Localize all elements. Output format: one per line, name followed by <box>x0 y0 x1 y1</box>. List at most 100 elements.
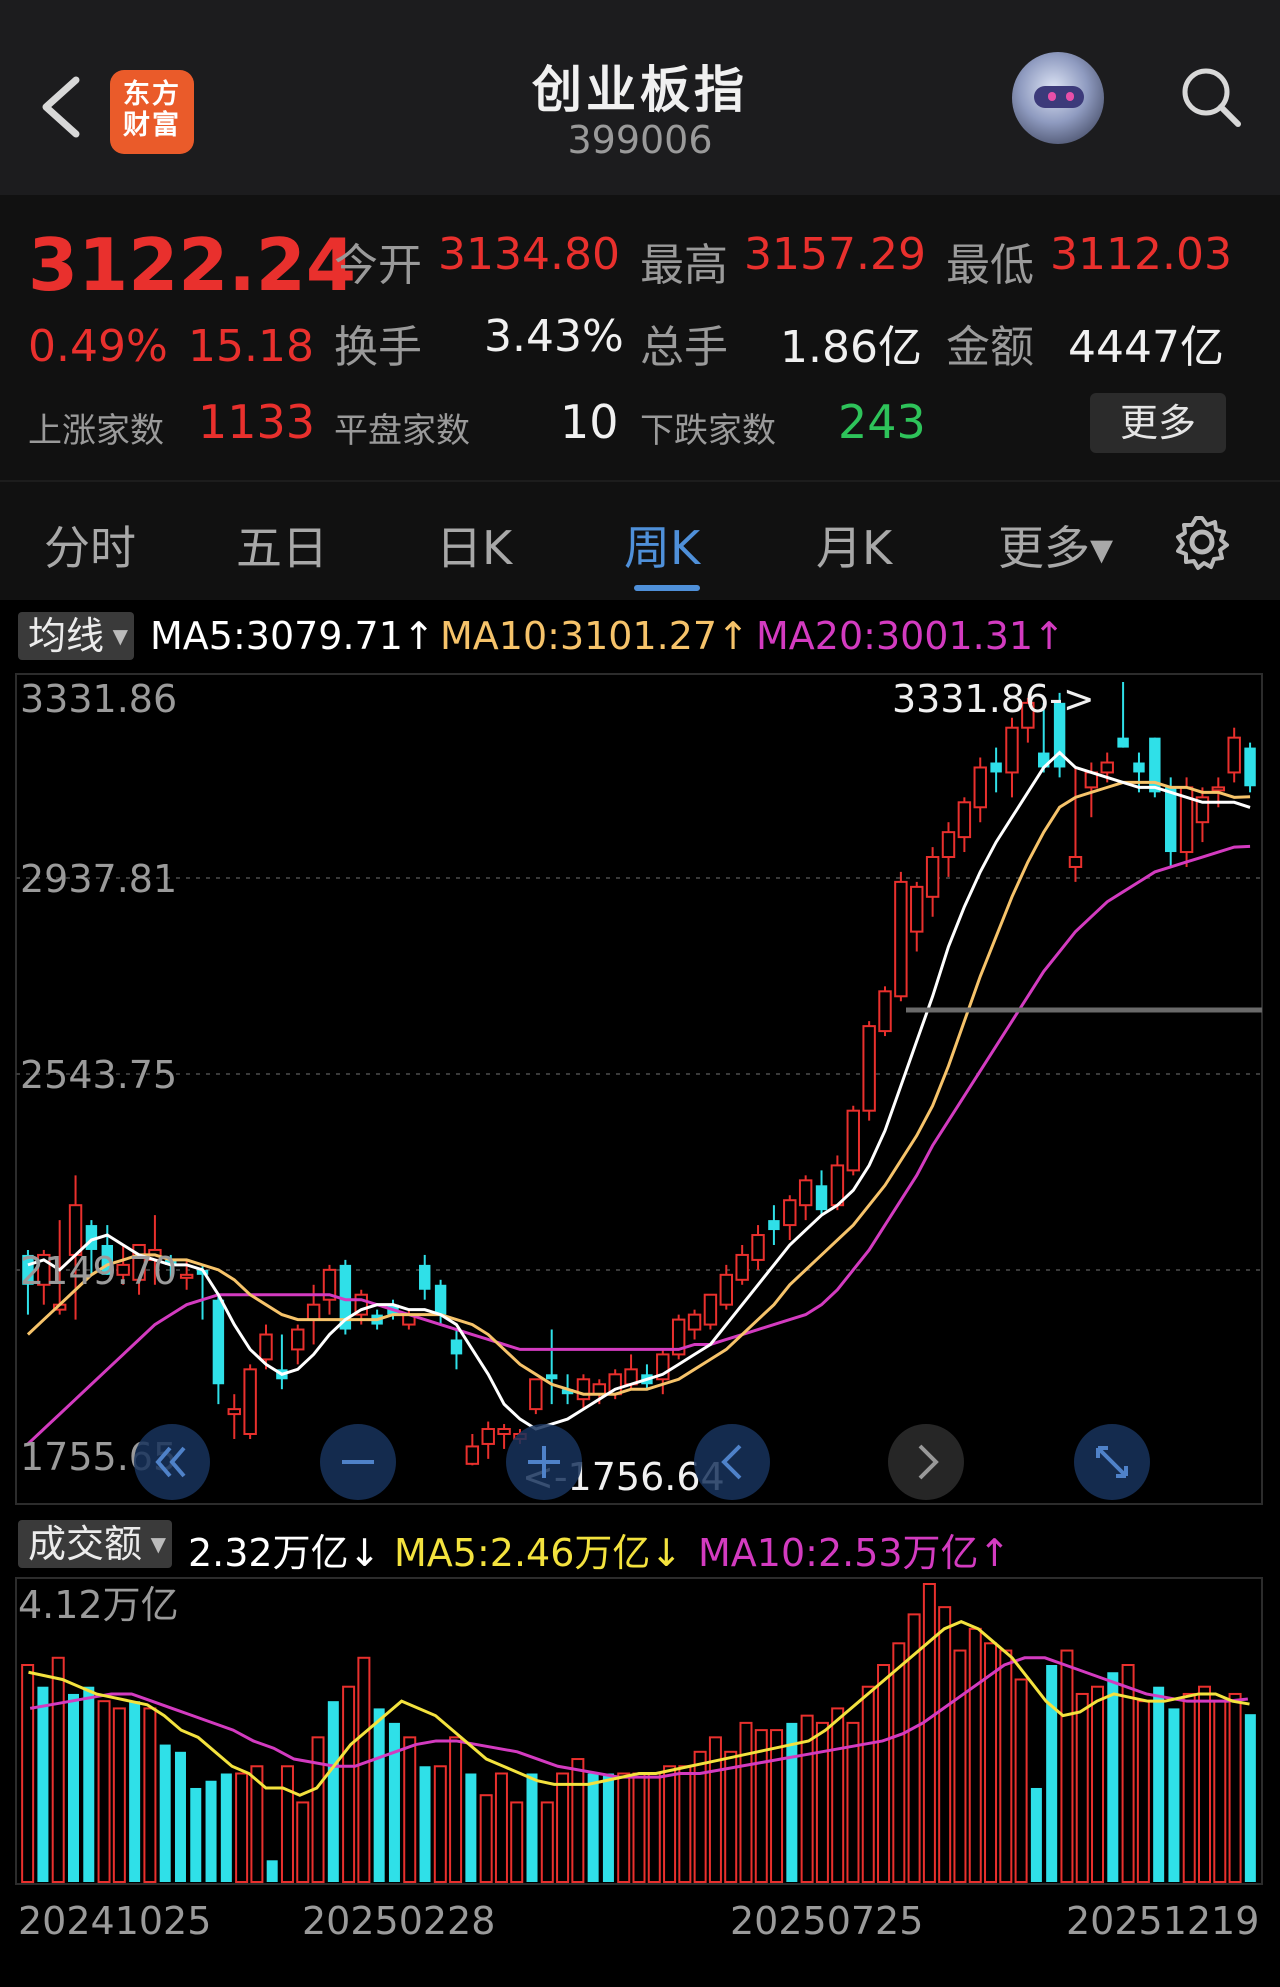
candle-body <box>862 1025 876 1112</box>
candle-body <box>990 762 1002 773</box>
volume-bar <box>1136 1700 1150 1883</box>
change-percent: 0.49% <box>28 321 168 372</box>
y-tick-label: 2149.70 <box>20 1249 177 1293</box>
candle-body <box>894 880 908 998</box>
assistant-avatar[interactable] <box>1012 52 1104 144</box>
volume-bar <box>449 1736 463 1883</box>
candle-body <box>925 856 940 898</box>
tab-intraday[interactable]: 分时 <box>44 512 136 578</box>
gear-icon <box>1176 516 1229 570</box>
open-label: 今开 <box>334 240 422 291</box>
low-label: 最低 <box>946 240 1034 291</box>
candle-body <box>465 1445 480 1465</box>
decliners-value: 243 <box>838 395 926 449</box>
high-value: 3157.29 <box>744 229 926 280</box>
volume-bar <box>357 1656 371 1883</box>
tab-daily-k[interactable]: 日K <box>436 512 512 578</box>
zoom-in-button[interactable] <box>506 1424 582 1500</box>
next-button[interactable] <box>888 1424 964 1500</box>
volume-bar <box>540 1801 554 1883</box>
candle-body <box>719 1273 734 1306</box>
volume-bar <box>159 1744 171 1882</box>
candle-body <box>910 885 924 933</box>
chart-settings-button[interactable] <box>1172 512 1232 572</box>
x-tick-label: 20251219 <box>1066 1899 1259 1943</box>
fullscreen-button[interactable] <box>1074 1424 1150 1500</box>
weekly-k-chart[interactable]: 3331.862937.812543.752149.701755.65 3331… <box>0 668 1280 1508</box>
candle-body <box>830 1164 845 1207</box>
volume-bar <box>526 1773 538 1882</box>
candle-body <box>1133 762 1145 773</box>
volume-bar <box>112 1707 126 1883</box>
y-tick-label: 2543.75 <box>20 1053 177 1097</box>
volume-bar <box>465 1773 477 1882</box>
candle-body <box>1117 737 1129 748</box>
turnover-value: 3.43% <box>484 311 624 362</box>
volume-bar <box>1030 1787 1042 1882</box>
candle-body <box>846 1109 860 1172</box>
zoom-out-button[interactable] <box>320 1424 396 1500</box>
x-tick-label: 20241025 <box>18 1899 211 1943</box>
volume-bar <box>266 1860 278 1882</box>
k-chart-grid <box>16 876 1262 1272</box>
ma5-line <box>27 750 1251 1431</box>
volume-bar <box>280 1765 294 1884</box>
volume-current: 2.32万亿↓ <box>188 1531 381 1575</box>
quote-panel: 3122.24 0.49% 15.18 今开 3134.80 最高 3157.2… <box>0 195 1280 480</box>
search-icon <box>1182 68 1241 127</box>
volume-bar <box>968 1627 982 1883</box>
candle-body <box>576 1378 591 1401</box>
volume-bar <box>571 1758 585 1883</box>
candle-body <box>1244 747 1256 787</box>
tab-five-day[interactable]: 五日 <box>236 512 328 578</box>
ma20-value: MA20:3001.31↑ <box>756 614 1065 658</box>
volume-bar <box>724 1750 738 1883</box>
volume-bar <box>1060 1649 1074 1883</box>
advancers-label: 上涨家数 <box>28 411 164 451</box>
volume-bar <box>632 1772 646 1883</box>
volume-bar <box>1107 1672 1119 1882</box>
candle-body <box>1100 761 1114 774</box>
indicator-selector[interactable]: 均线 ▼ <box>18 612 135 660</box>
x-axis-labels: 20241025 20250228 20250725 20251219 <box>18 1899 1259 1943</box>
volume-bar <box>770 1729 784 1883</box>
volume-bar <box>617 1772 631 1883</box>
turnover-label: 换手 <box>334 322 422 373</box>
candle-body <box>768 1220 780 1231</box>
volume-bar <box>739 1721 753 1883</box>
volume-bar <box>1168 1708 1180 1882</box>
volume-chart[interactable]: 4.12万亿 20241025 20250228 20250725 20251219 <box>0 1574 1280 1987</box>
volume-bar <box>327 1701 339 1882</box>
volume-bar <box>602 1773 614 1882</box>
ma10-value: MA10:3101.27↑ <box>440 614 749 658</box>
volume-bar <box>831 1707 845 1883</box>
volume-bar <box>556 1772 570 1883</box>
volume-indicator-selector[interactable]: 成交额 ▼ <box>18 1520 173 1568</box>
tab-monthly-k[interactable]: 月K <box>816 512 892 578</box>
candle-body <box>735 1253 749 1281</box>
volume-bar <box>37 1686 49 1882</box>
avatar-eye-left <box>1048 92 1056 101</box>
tab-more[interactable]: 更多▾ <box>998 512 1113 578</box>
previous-button[interactable] <box>694 1424 770 1500</box>
candle-body <box>798 1179 813 1207</box>
amount-value: 4447亿 <box>1068 322 1224 373</box>
candle-body <box>783 1199 797 1227</box>
candle-body <box>179 1273 194 1279</box>
candle-body <box>227 1408 241 1416</box>
volume-bar <box>190 1787 202 1882</box>
rewind-button[interactable] <box>134 1424 210 1500</box>
volume-bar <box>373 1708 385 1882</box>
volume-bar <box>21 1664 35 1884</box>
ma10-line <box>26 780 1251 1396</box>
volume-bar <box>861 1685 875 1883</box>
volume-bar <box>174 1751 186 1882</box>
volume-bar <box>510 1801 524 1883</box>
advancers-value: 1133 <box>198 395 316 449</box>
volume-label: 总手 <box>640 322 728 373</box>
more-quote-button[interactable]: 更多 <box>1090 393 1226 453</box>
open-value: 3134.80 <box>438 229 620 280</box>
search-button[interactable] <box>1176 62 1246 132</box>
volume-bar <box>205 1780 217 1882</box>
tab-weekly-k[interactable]: 周K <box>624 512 700 578</box>
